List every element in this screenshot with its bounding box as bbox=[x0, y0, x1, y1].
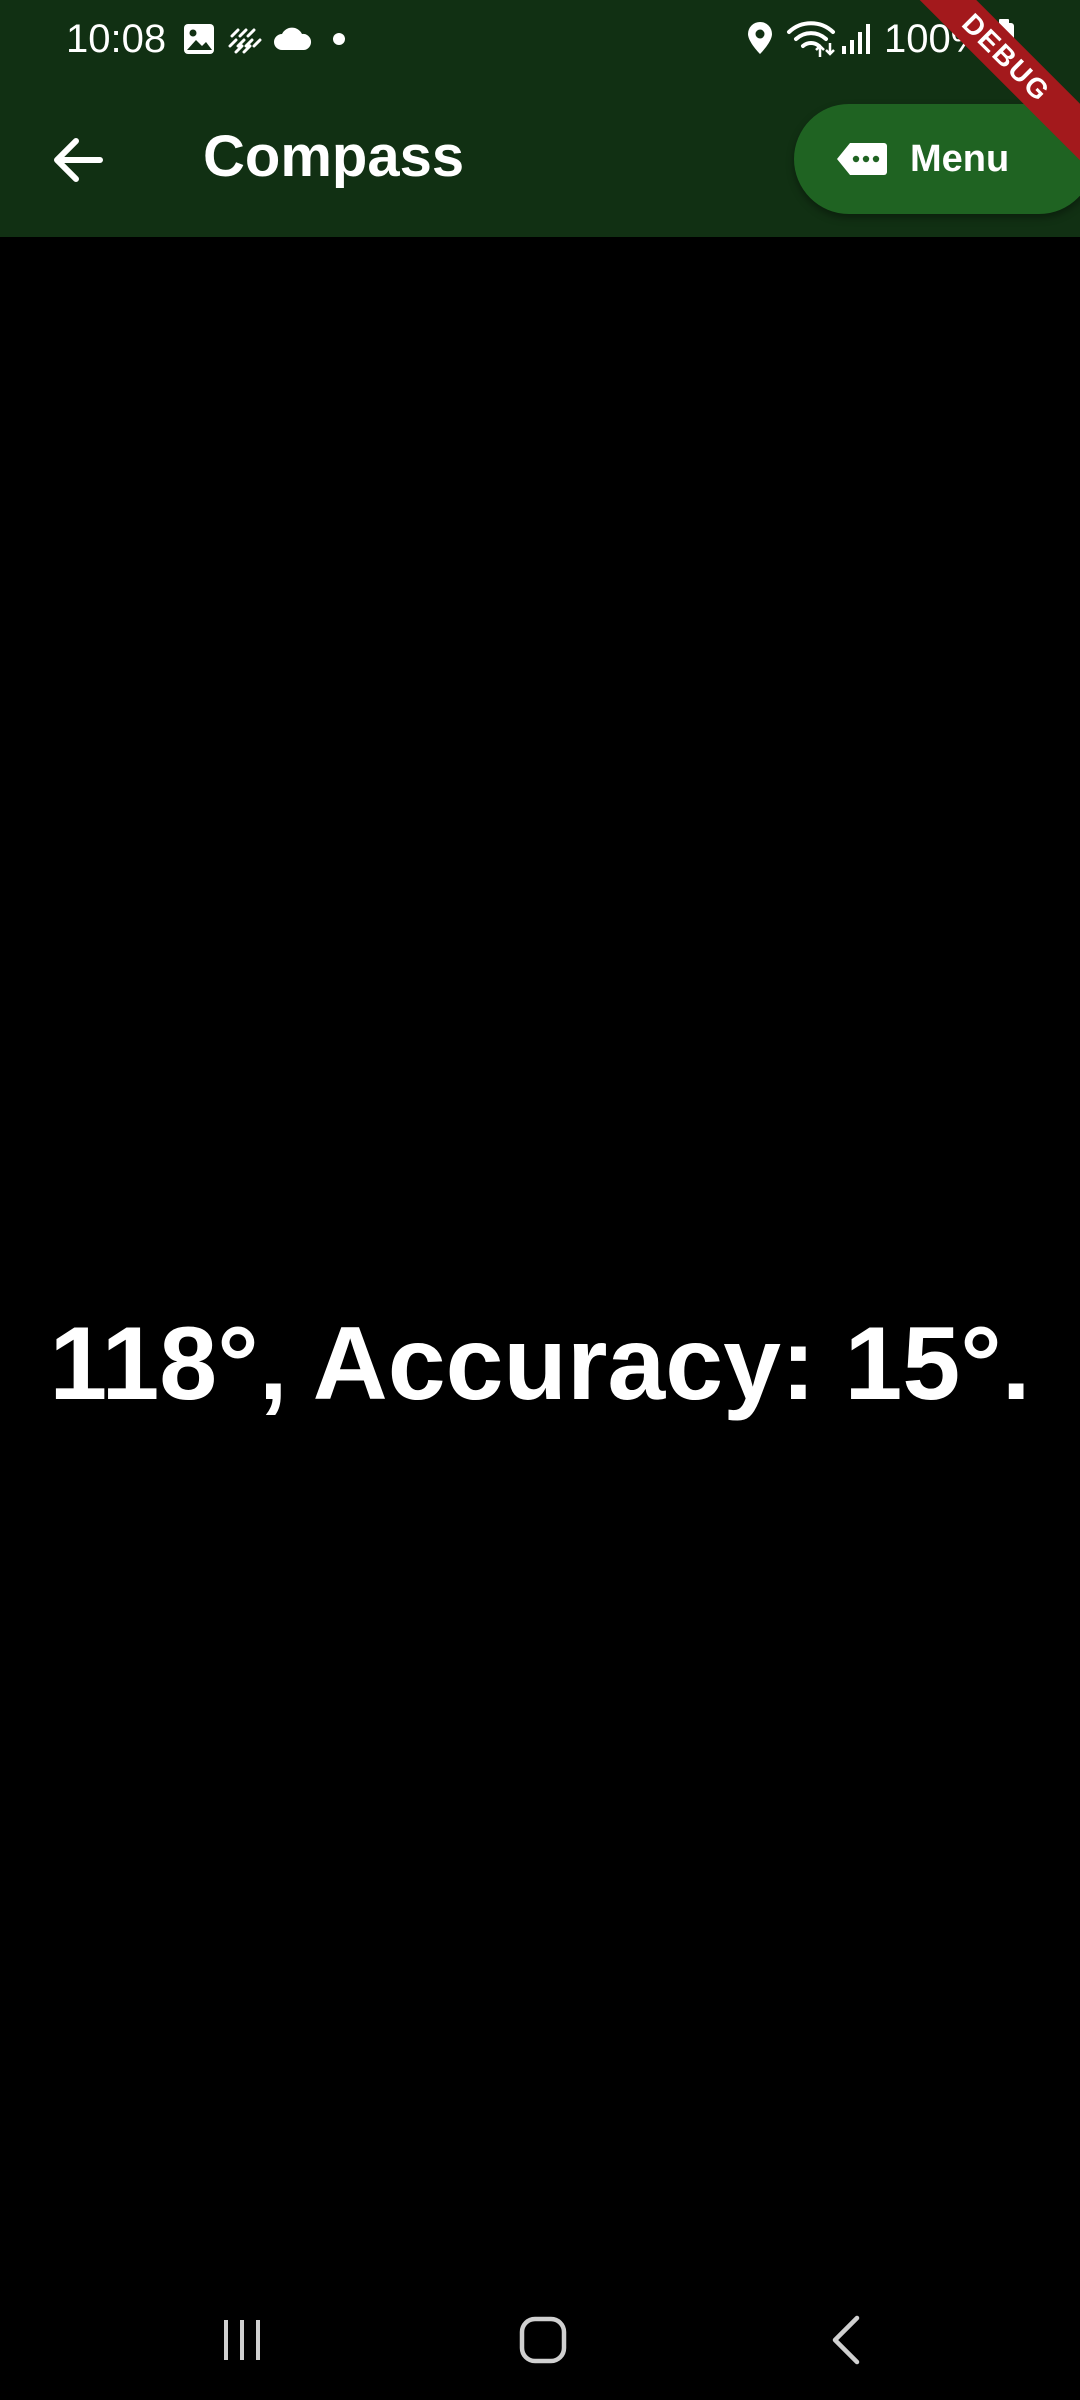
chevron-left-icon bbox=[832, 2315, 860, 2365]
menu-button-label: Menu bbox=[910, 138, 1010, 180]
label-tag-icon bbox=[837, 143, 887, 175]
recent-apps-button[interactable] bbox=[182, 2295, 302, 2385]
cloud-icon bbox=[274, 27, 312, 50]
wifi-icon bbox=[787, 21, 835, 57]
nav-back-button[interactable] bbox=[786, 2295, 906, 2385]
notification-dot-icon bbox=[333, 33, 345, 45]
home-button[interactable] bbox=[483, 2295, 603, 2385]
recent-apps-icon bbox=[224, 2320, 260, 2360]
status-bar: 10:08 100% bbox=[0, 0, 1080, 78]
compass-reading: 118°, Accuracy: 15°. bbox=[49, 1306, 1031, 1422]
location-icon bbox=[748, 22, 772, 54]
status-time: 10:08 bbox=[66, 17, 167, 61]
compass-content: 118°, Accuracy: 15°. bbox=[0, 237, 1080, 2277]
back-button[interactable] bbox=[36, 118, 120, 202]
menu-button[interactable]: Menu bbox=[794, 104, 1080, 214]
page-title: Compass bbox=[203, 124, 465, 189]
arrow-left-icon bbox=[54, 138, 103, 182]
system-navigation-bar bbox=[0, 2277, 1080, 2400]
gallery-icon bbox=[184, 24, 214, 54]
home-icon bbox=[519, 2316, 567, 2364]
top-bar-background: 10:08 100% Compass Menu DEBUG bbox=[0, 0, 1080, 237]
compass-screen: 10:08 100% Compass Menu DEBUG 118°, Accu… bbox=[0, 0, 1080, 2400]
weather-haze-icon bbox=[228, 28, 262, 54]
battery-icon bbox=[994, 19, 1014, 57]
app-bar: Compass Menu bbox=[0, 78, 1080, 237]
signal-icon bbox=[842, 24, 870, 54]
battery-percentage: 100% bbox=[884, 17, 987, 61]
